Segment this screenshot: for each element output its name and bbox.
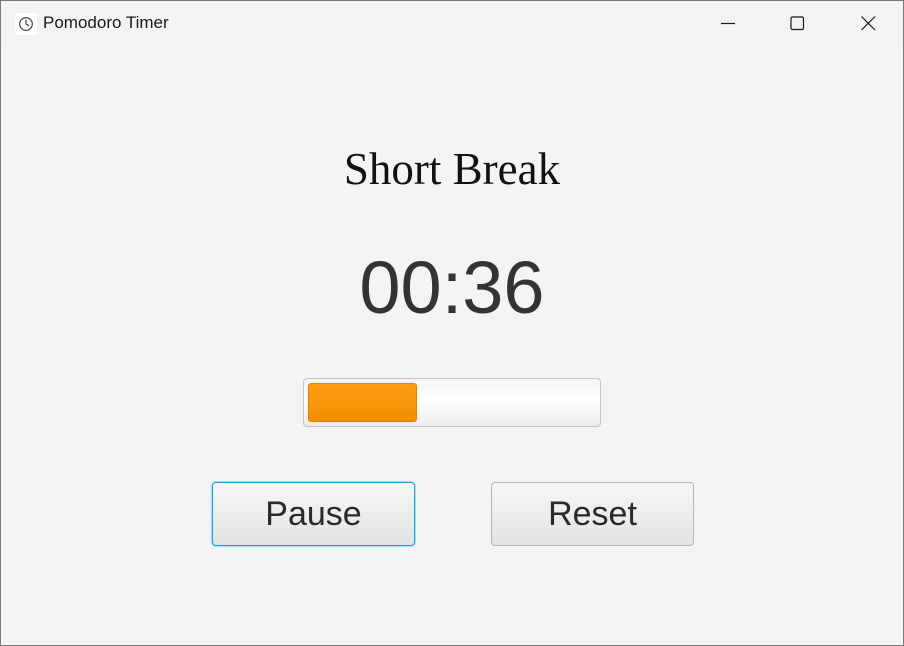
timer-panel: Short Break 00:36 Pause Reset <box>1 45 903 645</box>
pause-button[interactable]: Pause <box>212 482 415 546</box>
reset-button[interactable]: Reset <box>491 482 694 546</box>
maximize-button[interactable] <box>774 1 820 45</box>
mode-title: Short Break <box>343 144 561 194</box>
window-title: Pomodoro Timer <box>43 13 169 32</box>
minimize-button[interactable] <box>705 1 751 45</box>
app-window: Pomodoro Timer Short Break 00:36 Pause R… <box>0 0 904 646</box>
time-remaining: 00:36 <box>359 246 545 329</box>
close-button[interactable] <box>845 1 891 45</box>
progress-bar <box>303 378 601 427</box>
title-bar[interactable]: Pomodoro Timer <box>1 1 903 45</box>
clock-icon <box>15 13 37 35</box>
progress-fill <box>308 383 417 422</box>
minimize-icon <box>721 22 735 25</box>
close-icon <box>861 16 876 31</box>
maximize-icon <box>790 16 805 31</box>
